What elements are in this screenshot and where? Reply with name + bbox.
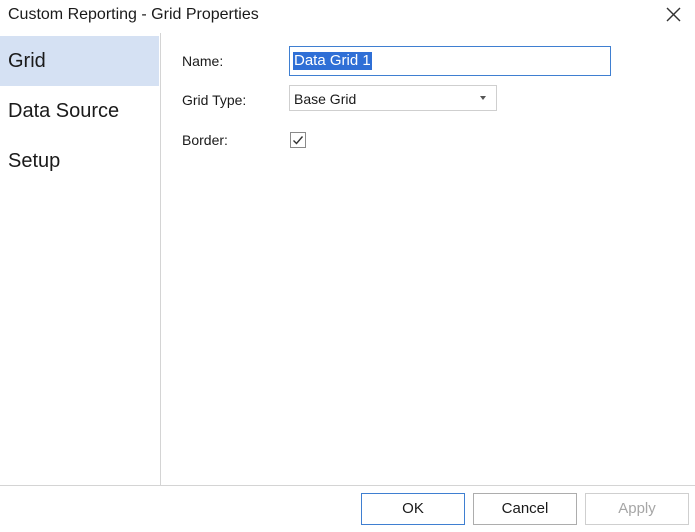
sidebar-item-data-source[interactable]: Data Source: [0, 86, 159, 136]
border-label: Border:: [182, 132, 228, 148]
dialog-title: Custom Reporting - Grid Properties: [8, 6, 259, 23]
ok-button[interactable]: OK: [361, 493, 465, 525]
cancel-button[interactable]: Cancel: [473, 493, 577, 525]
close-button[interactable]: [660, 2, 686, 28]
name-input-value: Data Grid 1: [293, 52, 372, 70]
dialog-footer: OK Cancel Apply: [0, 485, 695, 532]
border-checkbox[interactable]: [290, 132, 306, 148]
grid-type-select[interactable]: Base Grid: [289, 85, 497, 111]
chevron-down-icon: [480, 96, 486, 100]
grid-properties-dialog: Custom Reporting - Grid Properties Grid …: [0, 0, 695, 532]
grid-type-label: Grid Type:: [182, 92, 247, 108]
grid-type-value: Base Grid: [294, 91, 357, 107]
name-input[interactable]: Data Grid 1: [289, 46, 611, 76]
name-label: Name:: [182, 53, 224, 69]
close-icon: [666, 7, 681, 22]
sidebar-item-grid[interactable]: Grid: [0, 36, 159, 86]
apply-button[interactable]: Apply: [585, 493, 689, 525]
sidebar-nav: Grid Data Source Setup: [0, 33, 161, 485]
sidebar-item-setup[interactable]: Setup: [0, 136, 159, 186]
checkmark-icon: [293, 136, 304, 145]
